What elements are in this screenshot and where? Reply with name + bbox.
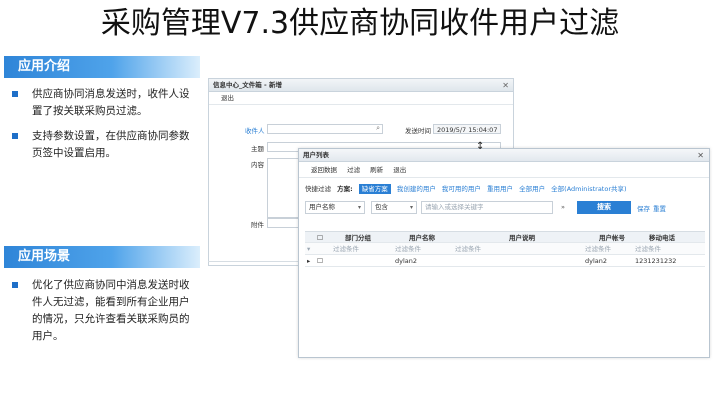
- scheme-label: 方案:: [337, 185, 353, 193]
- operator-select-value: 包含: [375, 203, 388, 211]
- refresh-button[interactable]: 刷新: [370, 166, 383, 174]
- scene-bullets: 优化了供应商协同中消息发送时收件人无过滤，能看到所有企业用户的情况，只允许查看关…: [10, 277, 196, 353]
- recipient-label: 收件人: [245, 127, 265, 135]
- save-link[interactable]: 保存: [637, 203, 650, 213]
- row-pointer-icon: ▸: [307, 257, 311, 265]
- attachment-label: 附件: [251, 221, 264, 229]
- close-icon[interactable]: ✕: [697, 149, 704, 162]
- search-row: 用户名称 ▾ 包含 ▾ 请输入或选择关键字 » 搜索 保存 重置: [305, 201, 705, 214]
- filter-cell[interactable]: 过滤条件: [455, 243, 481, 255]
- intro-bullet-text: 供应商协同消息发送时，收件人设置了按关联采购员过滤。: [32, 88, 190, 117]
- bullet-square-icon: [12, 282, 18, 288]
- scene-section-header: 应用场景: [4, 246, 200, 268]
- user-grid: ☐ 部门分组 用户名称 用户说明 用户帐号 移动电话 ▾ 过滤条件 过滤条件 过…: [305, 231, 705, 267]
- message-window-toolbar: 退出: [209, 92, 513, 105]
- bullet-square-icon: [12, 133, 18, 139]
- recipient-field[interactable]: ⌕: [267, 124, 383, 134]
- send-time-field[interactable]: 2019/5/7 15:04:07: [433, 124, 501, 134]
- user-list-title-text: 用户列表: [303, 151, 329, 159]
- table-row[interactable]: ▸ ☐ dylan2 dylan2 1231231232: [305, 255, 705, 267]
- search-icon[interactable]: ⌕: [376, 124, 380, 133]
- row-checkbox[interactable]: ☐: [317, 255, 323, 267]
- attachment-field[interactable]: [267, 218, 301, 228]
- quick-filter-row: 快捷过滤 方案: 缺省方案 我创建的用户 我可用的用户 重用用户 全部用户 全部…: [305, 183, 631, 195]
- grid-filter-row: ▾ 过滤条件 过滤条件 过滤条件 过滤条件 过滤条件: [305, 243, 705, 255]
- cell-user-account: dylan2: [585, 257, 608, 265]
- chevron-down-icon: ▾: [409, 204, 413, 211]
- close-icon[interactable]: ✕: [502, 79, 509, 92]
- intro-bullet-text: 支持参数设置，在供应商协同参数页签中设置启用。: [32, 130, 190, 159]
- exit-button[interactable]: 退出: [393, 166, 406, 174]
- scene-bullet: 优化了供应商协同中消息发送时收件人无过滤，能看到所有企业用户的情况，只允许查看关…: [10, 277, 196, 345]
- intro-bullet: 供应商协同消息发送时，收件人设置了按关联采购员过滤。: [10, 86, 196, 120]
- divider: [208, 261, 300, 262]
- slide-title: 采购管理V7.3供应商协同收件用户过滤: [100, 6, 620, 41]
- filter-cell[interactable]: 过滤条件: [635, 243, 661, 255]
- operator-select[interactable]: 包含 ▾: [371, 201, 417, 214]
- reset-link[interactable]: 重置: [653, 203, 666, 213]
- embedded-screenshot: 信息中心_文件箱 - 新增 ✕ 退出 收件人 ⌕ 发送时间 2019/5/7 1…: [208, 78, 710, 358]
- user-list-window: 用户列表 ✕ 返回数据 过滤 刷新 退出 快捷过滤 方案: 缺省方案 我创建的用…: [298, 148, 710, 358]
- scheme-all[interactable]: 全部用户: [519, 185, 545, 193]
- scheme-all-shared[interactable]: 全部(Administrator共享): [551, 185, 626, 193]
- intro-section-header: 应用介绍: [4, 56, 200, 78]
- field-select-value: 用户名称: [309, 203, 335, 211]
- bullet-square-icon: [12, 91, 18, 97]
- filter-cell[interactable]: 过滤条件: [395, 243, 421, 255]
- filter-cell[interactable]: 过滤条件: [333, 243, 359, 255]
- content-label: 内容: [251, 161, 264, 169]
- scheme-my-available[interactable]: 我可用的用户: [442, 185, 481, 193]
- scene-bullet-text: 优化了供应商协同中消息发送时收件人无过滤，能看到所有企业用户的情况，只允许查看关…: [32, 279, 190, 342]
- return-data-button[interactable]: 返回数据: [311, 166, 337, 174]
- message-window-title-text: 信息中心_文件箱 - 新增: [213, 81, 282, 89]
- intro-bullet: 支持参数设置，在供应商协同参数页签中设置启用。: [10, 128, 196, 162]
- grid-header: ☐ 部门分组 用户名称 用户说明 用户帐号 移动电话: [305, 231, 705, 243]
- scheme-my-created[interactable]: 我创建的用户: [397, 185, 436, 193]
- cell-user-name: dylan2: [395, 257, 418, 265]
- cursor-icon: ↕: [476, 141, 485, 152]
- cell-mobile: 1231231232: [635, 257, 677, 265]
- scheme-default[interactable]: 缺省方案: [358, 184, 391, 194]
- subject-label: 主题: [251, 145, 264, 153]
- quick-filter-label: 快捷过滤: [305, 185, 331, 193]
- scheme-reuse[interactable]: 重用用户: [487, 185, 513, 193]
- search-placeholder: 请输入或选择关键字: [425, 203, 484, 211]
- message-window-title: 信息中心_文件箱 - 新增 ✕: [209, 79, 513, 92]
- send-time-label: 发送时间: [405, 127, 431, 135]
- exit-button[interactable]: 退出: [221, 94, 234, 102]
- filter-cell[interactable]: 过滤条件: [585, 243, 611, 255]
- search-button[interactable]: 搜索: [577, 201, 631, 214]
- filter-button[interactable]: 过滤: [347, 166, 360, 174]
- expand-icon[interactable]: »: [561, 203, 565, 211]
- user-list-toolbar: 返回数据 过滤 刷新 退出: [299, 162, 709, 178]
- chevron-down-icon: ▾: [357, 204, 361, 211]
- user-list-title: 用户列表 ✕: [299, 149, 709, 162]
- field-select[interactable]: 用户名称 ▾: [305, 201, 365, 214]
- intro-bullets: 供应商协同消息发送时，收件人设置了按关联采购员过滤。 支持参数设置，在供应商协同…: [10, 86, 196, 170]
- search-input[interactable]: 请输入或选择关键字: [421, 201, 553, 214]
- filter-row-icon: ▾: [307, 245, 311, 253]
